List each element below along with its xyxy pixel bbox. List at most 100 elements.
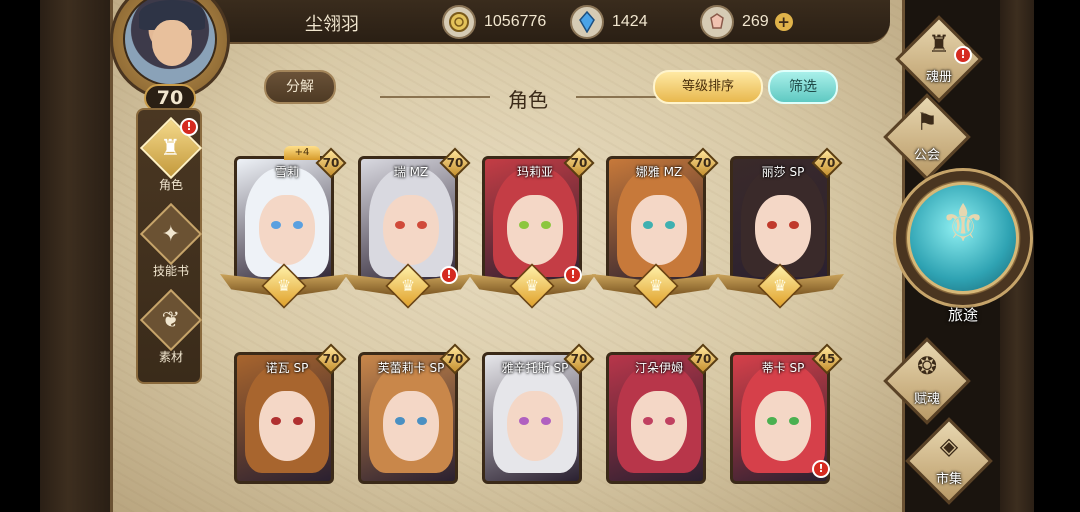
portrait-eye <box>643 417 653 425</box>
portrait-eye <box>417 221 427 229</box>
portrait-eye <box>767 417 777 425</box>
gold-amount: 1056776 <box>484 13 547 30</box>
character-level: 45 <box>818 352 836 366</box>
crystal-amount: 1424 <box>612 13 648 30</box>
alert-icon: ! <box>954 46 972 64</box>
gold-currency: 1056776 <box>442 4 546 40</box>
portrait-eye <box>271 221 281 229</box>
rank-wings-emblem: ♛ <box>220 263 348 310</box>
portrait-face <box>631 195 687 265</box>
add-gem-button[interactable]: + <box>774 13 793 31</box>
menu-plate <box>883 337 971 425</box>
guild-button[interactable]: ⚑ 公会 <box>874 93 984 181</box>
portrait-eye <box>519 417 529 425</box>
character-level-badge: 70 <box>315 147 347 179</box>
character-level-badge: 45 <box>811 343 843 375</box>
crown-icon: ♛ <box>276 276 292 295</box>
helmet-icon: ♜ <box>928 30 950 58</box>
character-level-badge: 70 <box>811 147 843 179</box>
portrait-eye <box>395 417 405 425</box>
left-wood-border <box>40 0 110 512</box>
sort-by-level-button[interactable]: 等级排序 <box>653 70 763 104</box>
alert-icon: ! <box>812 460 830 478</box>
market-label: 市集 <box>935 472 962 487</box>
alert-icon: ! <box>180 118 198 136</box>
portrait-eye <box>767 221 777 229</box>
page-title: 角色 <box>508 88 548 112</box>
portrait-face <box>507 391 563 461</box>
portrait-eye <box>519 221 529 229</box>
filter-button[interactable]: 筛选 <box>768 70 838 104</box>
portrait-face <box>383 195 439 265</box>
crystal-currency: 1424 <box>570 4 648 40</box>
nav-item-characters[interactable]: ♜ 角色 ! <box>138 116 204 204</box>
character-level: 70 <box>570 352 588 366</box>
portrait-eye <box>271 417 281 425</box>
character-level-badge: 70 <box>687 343 719 375</box>
market-button[interactable]: ◈ 市集 <box>896 417 1006 505</box>
character-level-badge: 70 <box>439 147 471 179</box>
flame-icon: ❂ <box>916 352 938 380</box>
portrait-face <box>755 195 811 265</box>
portrait-eye <box>789 221 799 229</box>
nav-diamond: ✦ <box>139 202 203 266</box>
nav-diamond: ❦ <box>139 288 203 352</box>
character-level-badge: 70 <box>687 147 719 179</box>
journey-button[interactable]: ⚜ 旅途 <box>893 168 1033 330</box>
portrait-eye <box>643 221 653 229</box>
portrait-eye <box>541 221 551 229</box>
nav-item-materials[interactable]: ❦ 素材 <box>138 288 204 376</box>
pink-gem-icon <box>700 5 734 39</box>
portrait-eye <box>541 417 551 425</box>
portrait-face <box>259 195 315 265</box>
menu-plate <box>905 417 993 505</box>
portrait-face <box>755 391 811 461</box>
character-level: 70 <box>818 156 836 170</box>
character-level: 70 <box>322 352 340 366</box>
portrait-face <box>259 391 315 461</box>
skill-book-icon: ✦ <box>161 221 181 247</box>
character-level-badge: 70 <box>563 343 595 375</box>
helmet-icon: ♜ <box>161 135 181 161</box>
character-level-badge: 70 <box>563 147 595 179</box>
character-level: 70 <box>322 156 340 170</box>
avatar-face <box>152 20 192 66</box>
portrait-eye <box>417 417 427 425</box>
rank-wings-emblem: ♛ <box>592 263 720 310</box>
right-letterbox <box>1034 0 1080 512</box>
alert-icon: ! <box>564 266 582 284</box>
decompose-button[interactable]: 分解 <box>264 70 336 104</box>
player-name: 尘翎羽 <box>305 14 359 35</box>
soul-book-label: 魂册 <box>925 70 952 85</box>
guild-label: 公会 <box>913 148 940 163</box>
rank-wings-emblem: ♛ <box>716 263 844 310</box>
gem-icon: ◈ <box>939 432 959 460</box>
trident-emblem-icon: ⚜ <box>939 194 987 254</box>
character-level: 70 <box>570 156 588 170</box>
portrait-eye <box>665 221 675 229</box>
title-ornament-left <box>380 96 490 98</box>
portrait-eye <box>293 221 303 229</box>
portrait-face <box>631 391 687 461</box>
soul-gift-button[interactable]: ❂ 赋魂 <box>874 337 984 425</box>
nav-item-skill-book[interactable]: ✦ 技能书 <box>138 202 204 290</box>
crown-icon: ♛ <box>648 276 664 295</box>
gem-amount: 269 <box>742 13 769 30</box>
soul-book-button[interactable]: ♜ 魂册 ! <box>886 15 996 103</box>
character-level: 70 <box>446 352 464 366</box>
character-level: 70 <box>446 156 464 170</box>
left-nav: ♜ 角色 ! ✦ 技能书 ❦ 素材 <box>136 108 204 384</box>
portrait-eye <box>395 221 405 229</box>
portrait-eye <box>293 417 303 425</box>
character-level-badge: 70 <box>315 343 347 375</box>
journey-label: 旅途 <box>947 306 978 324</box>
crown-icon: ♛ <box>400 276 416 295</box>
alert-icon: ! <box>440 266 458 284</box>
portrait-face <box>383 391 439 461</box>
character-level-badge: 70 <box>439 343 471 375</box>
character-level: 70 <box>694 156 712 170</box>
portrait-eye <box>665 417 675 425</box>
portrait-face <box>507 195 563 265</box>
left-letterbox <box>0 0 40 512</box>
crown-icon: ♛ <box>772 276 788 295</box>
